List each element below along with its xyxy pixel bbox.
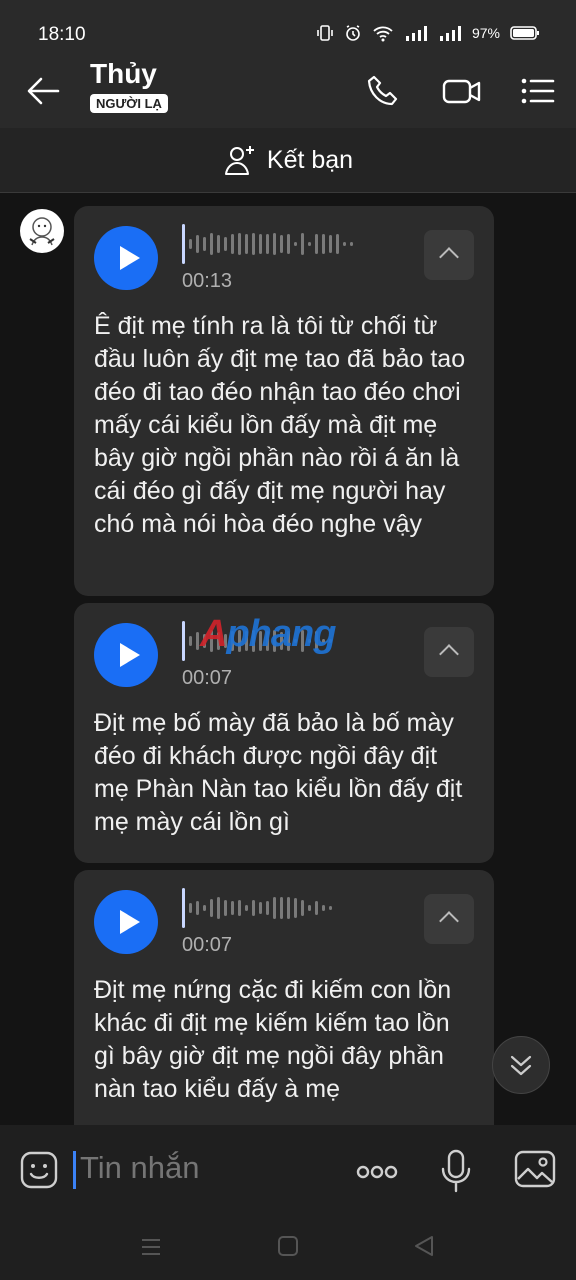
scroll-to-bottom-button[interactable] bbox=[492, 1036, 550, 1094]
system-navigation-bar bbox=[0, 1215, 576, 1280]
voice-duration: 00:07 bbox=[182, 934, 233, 956]
collapse-transcript-button[interactable] bbox=[424, 627, 474, 677]
collapse-transcript-button[interactable] bbox=[424, 894, 474, 944]
battery-icon bbox=[510, 26, 539, 40]
menu-list-icon[interactable] bbox=[520, 74, 556, 108]
avatar[interactable] bbox=[20, 209, 64, 253]
add-friend-button[interactable]: Kết bạn bbox=[0, 128, 576, 193]
waveform[interactable] bbox=[182, 224, 402, 264]
add-friend-label: Kết bạn bbox=[266, 145, 354, 174]
signal-icon bbox=[405, 26, 427, 41]
message-input[interactable] bbox=[78, 1149, 322, 1187]
status-icons: 97% bbox=[316, 24, 540, 42]
emoji-icon[interactable] bbox=[20, 1151, 58, 1189]
play-button[interactable] bbox=[94, 226, 158, 290]
signal-icon-2 bbox=[439, 26, 461, 41]
transcript-text: Địt mẹ nứng cặc đi kiếm con lồn khác đi … bbox=[94, 976, 452, 1103]
chevron-double-down-icon bbox=[510, 1055, 532, 1076]
voice-duration: 00:07 bbox=[182, 667, 233, 689]
phone-icon[interactable] bbox=[366, 74, 402, 108]
transcript-text: Địt mẹ bố mày đã bảo là bố mày đéo đi kh… bbox=[94, 709, 463, 836]
back-arrow-icon[interactable] bbox=[26, 76, 60, 106]
watermark-logo: Aphang bbox=[200, 613, 336, 655]
voice-message-bubble[interactable]: 00:07 Địt mẹ nứng cặc đi kiếm con lồn kh… bbox=[74, 870, 494, 1125]
back-nav-icon[interactable] bbox=[413, 1235, 435, 1257]
voice-duration: 00:13 bbox=[182, 270, 233, 292]
add-friend-icon bbox=[224, 146, 254, 175]
voice-message-bubble[interactable]: 00:13 Ê địt mẹ tính ra là tôi từ chối từ… bbox=[74, 206, 494, 596]
chat-area[interactable]: 00:13 Ê địt mẹ tính ra là tôi từ chối từ… bbox=[0, 193, 576, 1125]
contact-name[interactable]: Thủy bbox=[90, 58, 157, 90]
waveform[interactable] bbox=[182, 888, 402, 928]
microphone-icon[interactable] bbox=[440, 1149, 472, 1193]
status-bar: 18:10 97% bbox=[0, 0, 576, 52]
message-composer bbox=[0, 1125, 576, 1215]
vibrate-icon bbox=[317, 25, 333, 41]
stranger-badge: NGƯỜI LẠ bbox=[90, 94, 168, 113]
recent-apps-icon[interactable] bbox=[140, 1237, 162, 1257]
status-time: 18:10 bbox=[38, 24, 86, 45]
alarm-icon bbox=[346, 25, 360, 41]
battery-percent: 97% bbox=[471, 25, 500, 41]
text-cursor bbox=[73, 1151, 76, 1189]
more-options-icon[interactable] bbox=[356, 1165, 398, 1179]
transcript-text: Ê địt mẹ tính ra là tôi từ chối từ đầu l… bbox=[94, 312, 466, 538]
home-icon[interactable] bbox=[277, 1235, 299, 1257]
chat-header: Thủy NGƯỜI LẠ bbox=[0, 52, 576, 128]
wifi-icon bbox=[373, 26, 393, 42]
collapse-transcript-button[interactable] bbox=[424, 230, 474, 280]
video-call-icon[interactable] bbox=[442, 74, 482, 108]
play-button[interactable] bbox=[94, 890, 158, 954]
play-button[interactable] bbox=[94, 623, 158, 687]
image-gallery-icon[interactable] bbox=[514, 1149, 556, 1189]
